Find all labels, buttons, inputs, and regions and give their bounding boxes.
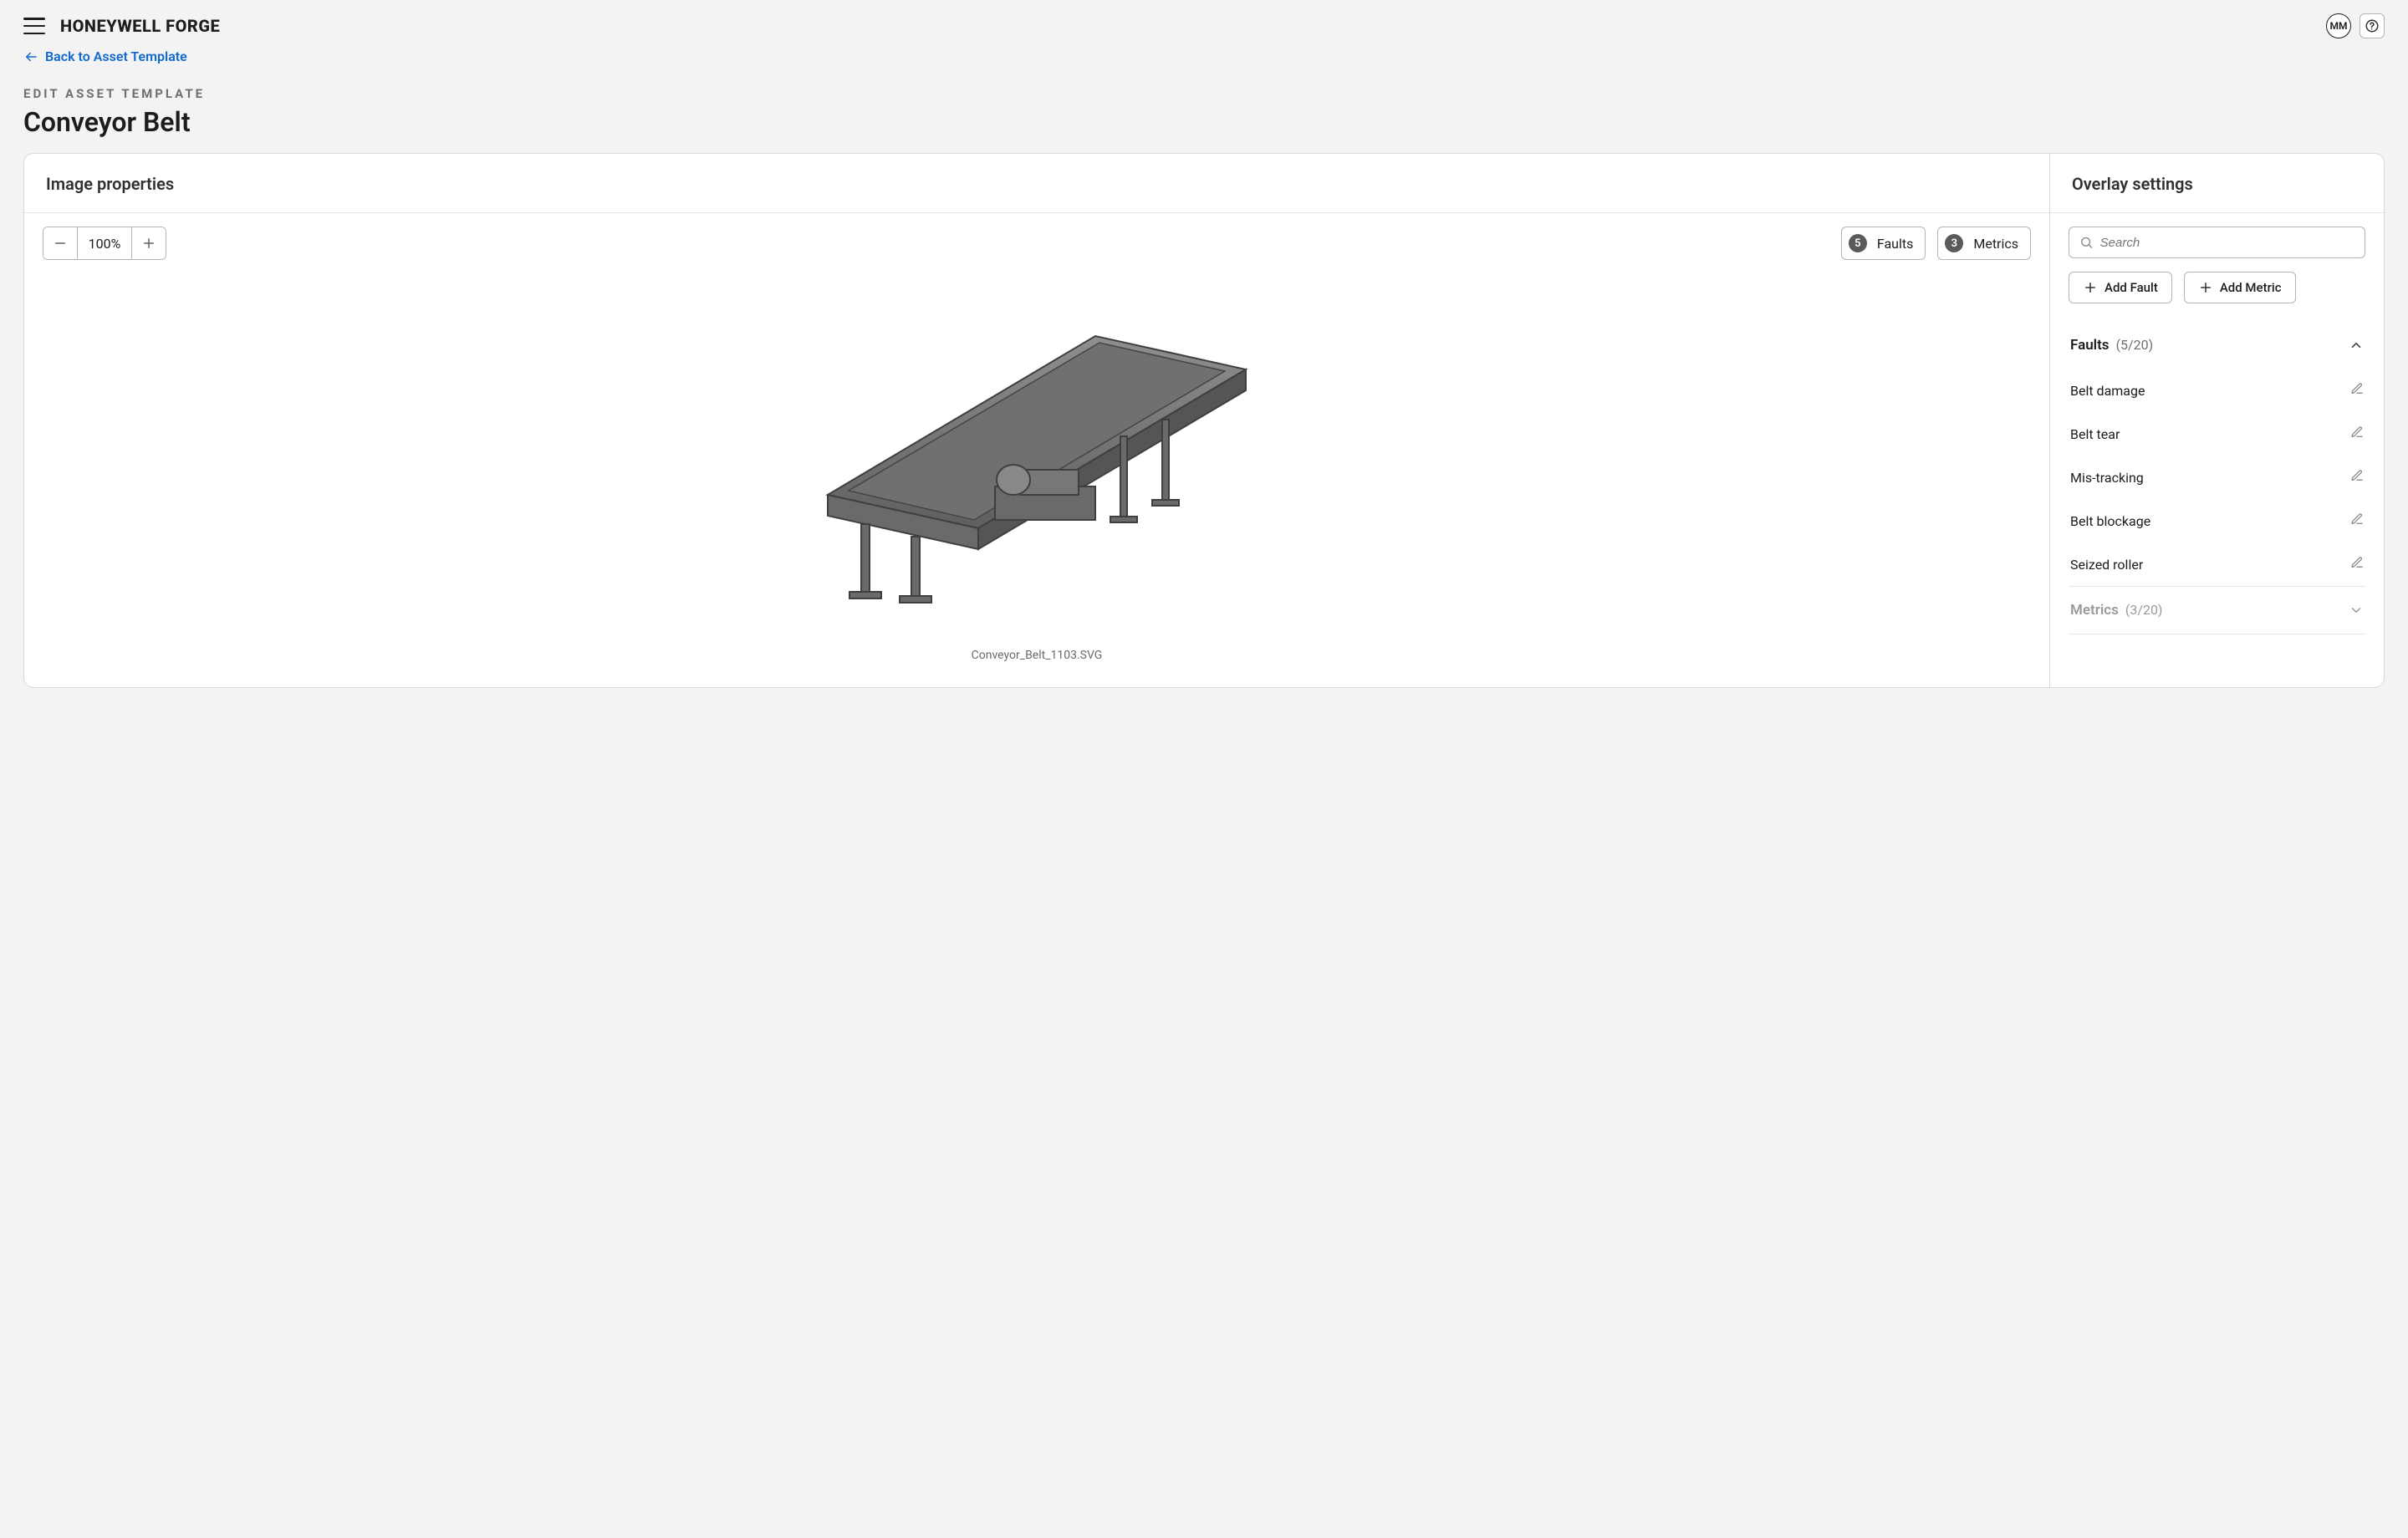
metrics-section-count: (3/20) bbox=[2125, 602, 2163, 618]
edit-icon bbox=[2350, 469, 2364, 482]
metrics-count: 3 bbox=[1945, 234, 1963, 252]
edit-fault-button[interactable] bbox=[2350, 469, 2364, 486]
top-bar-right: MM bbox=[2326, 13, 2385, 38]
add-fault-label: Add Fault bbox=[2104, 280, 2158, 295]
edit-fault-button[interactable] bbox=[2350, 382, 2364, 399]
help-icon bbox=[2365, 18, 2380, 33]
back-link-label: Back to Asset Template bbox=[45, 48, 187, 64]
overlay-accordion: Faults (5/20) Belt damage Belt tear Mis-tr… bbox=[2069, 322, 2365, 634]
add-buttons: Add Fault Add Metric bbox=[2069, 272, 2365, 303]
brand-logo: HONEYWELL FORGE bbox=[60, 16, 220, 36]
metrics-badge[interactable]: 3 Metrics bbox=[1937, 227, 2031, 260]
hamburger-menu-icon[interactable] bbox=[23, 18, 45, 34]
badge-group: 5 Faults 3 Metrics bbox=[1841, 227, 2031, 260]
image-properties-panel: Image properties 100% 5 Faults 3 Metric bbox=[24, 154, 2049, 687]
main-panel: Image properties 100% 5 Faults 3 Metric bbox=[23, 153, 2385, 688]
fault-item[interactable]: Belt damage bbox=[2069, 369, 2365, 412]
faults-section-count: (5/20) bbox=[2116, 337, 2154, 353]
edit-icon bbox=[2350, 512, 2364, 526]
fault-item-label: Mis-tracking bbox=[2070, 470, 2144, 486]
image-canvas[interactable] bbox=[24, 273, 2049, 649]
back-link[interactable]: Back to Asset Template bbox=[23, 48, 187, 64]
zoom-out-button[interactable] bbox=[43, 227, 77, 259]
help-button[interactable] bbox=[2360, 13, 2385, 38]
add-metric-label: Add Metric bbox=[2220, 280, 2282, 295]
page-title: Conveyor Belt bbox=[23, 106, 2385, 138]
search-box[interactable] bbox=[2069, 227, 2365, 258]
plus-icon bbox=[2083, 280, 2098, 295]
fault-item-label: Belt damage bbox=[2070, 383, 2145, 399]
overlay-settings-panel: Overlay settings Add Fault Add Metric bbox=[2049, 154, 2384, 687]
image-filename: Conveyor_Belt_1103.SVG bbox=[24, 649, 2049, 687]
fault-item[interactable]: Seized roller bbox=[2069, 542, 2365, 586]
edit-icon bbox=[2350, 556, 2364, 569]
metrics-section-header[interactable]: Metrics (3/20) bbox=[2069, 586, 2365, 634]
overlay-settings-title: Overlay settings bbox=[2050, 154, 2384, 213]
avatar[interactable]: MM bbox=[2326, 13, 2351, 38]
zoom-control: 100% bbox=[43, 227, 166, 260]
fault-item[interactable]: Mis-tracking bbox=[2069, 456, 2365, 499]
top-bar-left: HONEYWELL FORGE bbox=[23, 16, 220, 36]
zoom-in-button[interactable] bbox=[132, 227, 166, 259]
metrics-label: Metrics bbox=[1973, 236, 2018, 252]
edit-fault-button[interactable] bbox=[2350, 512, 2364, 529]
search-input[interactable] bbox=[2100, 236, 2354, 250]
plus-icon bbox=[2198, 280, 2213, 295]
edit-icon bbox=[2350, 425, 2364, 439]
chevron-up-icon bbox=[2349, 338, 2364, 353]
add-fault-button[interactable]: Add Fault bbox=[2069, 272, 2172, 303]
faults-section-label: Faults bbox=[2070, 337, 2110, 354]
faults-label: Faults bbox=[1877, 236, 1913, 252]
add-metric-button[interactable]: Add Metric bbox=[2184, 272, 2296, 303]
edit-fault-button[interactable] bbox=[2350, 425, 2364, 442]
fault-item-label: Belt tear bbox=[2070, 426, 2120, 442]
edit-icon bbox=[2350, 382, 2364, 395]
plus-icon bbox=[141, 236, 156, 251]
arrow-left-icon bbox=[23, 49, 38, 64]
top-bar: HONEYWELL FORGE MM bbox=[0, 0, 2408, 45]
fault-item[interactable]: Belt tear bbox=[2069, 412, 2365, 456]
zoom-value: 100% bbox=[77, 227, 132, 259]
page-header: Back to Asset Template EDIT ASSET TEMPLA… bbox=[0, 45, 2408, 153]
fault-item-label: Seized roller bbox=[2070, 557, 2143, 573]
faults-list: Belt damage Belt tear Mis-tracking Belt blo… bbox=[2069, 369, 2365, 586]
faults-count: 5 bbox=[1849, 234, 1867, 252]
image-toolbar: 100% 5 Faults 3 Metrics bbox=[24, 213, 2049, 273]
conveyor-illustration bbox=[803, 311, 1271, 612]
minus-icon bbox=[53, 236, 68, 251]
chevron-down-icon bbox=[2349, 603, 2364, 618]
overlay-body: Add Fault Add Metric Faults (5/20) bbox=[2050, 213, 2384, 648]
faults-badge[interactable]: 5 Faults bbox=[1841, 227, 1926, 260]
fault-item[interactable]: Belt blockage bbox=[2069, 499, 2365, 542]
image-properties-title: Image properties bbox=[24, 154, 2049, 213]
fault-item-label: Belt blockage bbox=[2070, 513, 2150, 529]
faults-section-header[interactable]: Faults (5/20) bbox=[2069, 322, 2365, 369]
search-icon bbox=[2079, 235, 2094, 250]
metrics-section-label: Metrics bbox=[2070, 602, 2119, 619]
edit-fault-button[interactable] bbox=[2350, 556, 2364, 573]
page-eyebrow: EDIT ASSET TEMPLATE bbox=[23, 86, 2385, 101]
